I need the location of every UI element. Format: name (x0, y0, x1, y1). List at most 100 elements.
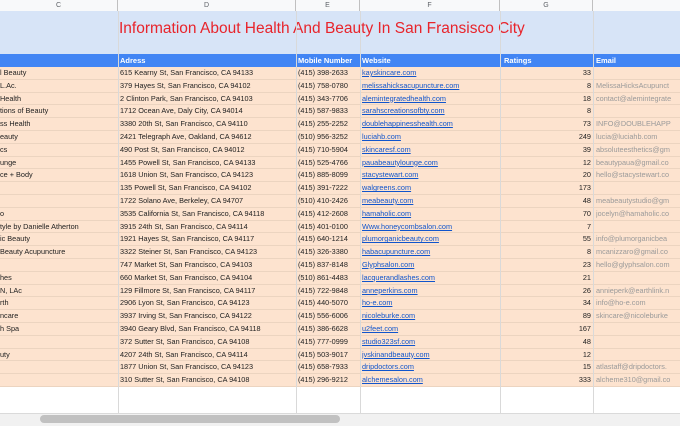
cell-website[interactable]: Www.honeycombsalon.com (362, 221, 500, 233)
cell-rating[interactable]: 55 (502, 233, 591, 245)
cell-name[interactable]: Beauty Acupuncture (0, 246, 114, 258)
cell-name[interactable]: ic Beauty (0, 233, 114, 245)
cell-rating[interactable]: 7 (502, 221, 591, 233)
cell-mobile-number[interactable]: (510) 861-4483 (298, 272, 358, 284)
cell-name[interactable]: rth (0, 297, 114, 309)
table-row[interactable]: tions of Beauty 1712 Ocean Ave, Daly City… (0, 105, 680, 119)
column-header-e[interactable]: E (296, 0, 360, 11)
cell-rating[interactable]: 73 (502, 118, 591, 130)
cell-address[interactable]: 1921 Hayes St, San Francisco, CA 94117 (120, 233, 294, 245)
cell-website[interactable]: Glyphsalon.com (362, 259, 500, 271)
header-email[interactable]: Email (596, 54, 616, 67)
cell-website[interactable]: jvskinandbeauty.com (362, 349, 500, 361)
table-row[interactable]: 372 Sutter St, San Francisco, CA 94108 (4… (0, 335, 680, 349)
cell-rating[interactable]: 34 (502, 297, 591, 309)
cell-mobile-number[interactable]: (415) 398-2633 (298, 67, 358, 79)
table-row[interactable]: 135 Powell St, San Francisco, CA 94102 (4… (0, 182, 680, 195)
cell-rating[interactable]: 12 (502, 157, 591, 169)
cell-address[interactable]: 3915 24th St, San Francisco, CA 94114 (120, 221, 294, 233)
cell-name[interactable] (0, 361, 114, 373)
cell-name[interactable]: cs (0, 144, 114, 156)
cell-email[interactable]: skincare@nicoleburke (596, 310, 680, 322)
cell-rating[interactable]: 173 (502, 182, 591, 194)
cell-email[interactable]: info@ho-e.com (596, 297, 680, 309)
table-row[interactable]: 1877 Union St, San Francisco, CA 94123 (4… (0, 361, 680, 375)
cell-mobile-number[interactable]: (415) 503-9017 (298, 349, 358, 361)
cell-email[interactable] (596, 182, 680, 194)
cell-address[interactable]: 3937 Irving St, San Francisco, CA 94122 (120, 310, 294, 322)
cell-email[interactable]: alcheme310@gmail.co (596, 374, 680, 386)
cell-rating[interactable]: 26 (502, 285, 591, 297)
cell-address[interactable]: 3940 Geary Blvd, San Francisco, CA 94118 (120, 323, 294, 335)
cell-address[interactable]: 3322 Steiner St, San Francisco, CA 94123 (120, 246, 294, 258)
cell-address[interactable]: 1877 Union St, San Francisco, CA 94123 (120, 361, 294, 373)
column-header-f[interactable]: F (360, 0, 500, 11)
cell-name[interactable]: l Beauty (0, 67, 114, 79)
cell-rating[interactable]: 12 (502, 349, 591, 361)
cell-website[interactable]: skincaresf.com (362, 144, 500, 156)
cell-rating[interactable]: 48 (502, 195, 591, 207)
cell-name[interactable]: ce + Body (0, 169, 114, 181)
cell-rating[interactable]: 18 (502, 93, 591, 105)
table-row[interactable]: l Beauty 615 Kearny St, San Francisco, CA… (0, 67, 680, 80)
cell-rating[interactable]: 89 (502, 310, 591, 322)
table-row[interactable]: L.Ac. 379 Hayes St, San Francisco, CA 941… (0, 79, 680, 93)
cell-email[interactable] (596, 67, 680, 79)
cell-address[interactable]: 2906 Lyon St, San Francisco, CA 94123 (120, 297, 294, 309)
cell-mobile-number[interactable]: (510) 410-2426 (298, 195, 358, 207)
cell-name[interactable]: tions of Beauty (0, 105, 114, 117)
cell-address[interactable]: 129 Fillmore St, San Francisco, CA 94117 (120, 285, 294, 297)
cell-mobile-number[interactable]: (415) 386-6628 (298, 323, 358, 335)
cell-website[interactable]: luciahb.com (362, 131, 500, 143)
cell-email[interactable]: annieperk@earthlink.n (596, 285, 680, 297)
cell-email[interactable]: atlastaff@dripdoctors. (596, 361, 680, 373)
cell-email[interactable] (596, 272, 680, 284)
cell-rating[interactable]: 167 (502, 323, 591, 335)
table-row[interactable]: unge 1455 Powell St, San Francisco, CA 94… (0, 156, 680, 170)
cell-address[interactable]: 2421 Telegraph Ave, Oakland, CA 94612 (120, 131, 294, 143)
cell-rating[interactable]: 20 (502, 169, 591, 181)
cell-mobile-number[interactable]: (415) 255-2252 (298, 118, 358, 130)
table-row[interactable]: Health 2 Clinton Park, San Francisco, CA … (0, 92, 680, 106)
cell-name[interactable] (0, 195, 114, 207)
cell-email[interactable] (596, 105, 680, 117)
cell-name[interactable]: ss Health (0, 118, 114, 130)
cell-mobile-number[interactable]: (415) 343-7706 (298, 93, 358, 105)
cell-mobile-number[interactable]: (415) 837-8148 (298, 259, 358, 271)
cell-email[interactable]: beautypaua@gmail.co (596, 157, 680, 169)
cell-name[interactable]: N, LAc (0, 285, 114, 297)
cell-mobile-number[interactable]: (415) 777-0999 (298, 336, 358, 348)
table-row[interactable]: uty 4207 24th St, San Francisco, CA 94114… (0, 348, 680, 362)
cell-email[interactable]: jocelyn@hamaholic.co (596, 208, 680, 220)
cell-email[interactable]: info@plumorganicbea (596, 233, 680, 245)
cell-rating[interactable]: 39 (502, 144, 591, 156)
cell-website[interactable]: alchemesalon.com (362, 374, 500, 386)
cell-website[interactable]: sarahscreationsofbty.com (362, 105, 500, 117)
table-row[interactable]: tyle by Danielle Atherton 3915 24th St, S… (0, 220, 680, 234)
cell-name[interactable] (0, 374, 114, 386)
cell-email[interactable]: hello@glyphsalon.com (596, 259, 680, 271)
cell-email[interactable] (596, 323, 680, 335)
cell-email[interactable] (596, 221, 680, 233)
table-row[interactable]: ss Health 3380 20th St, San Francisco, CA… (0, 118, 680, 131)
cell-mobile-number[interactable]: (415) 722-9848 (298, 285, 358, 297)
cell-mobile-number[interactable]: (415) 440-5070 (298, 297, 358, 309)
cell-rating[interactable]: 23 (502, 259, 591, 271)
cell-name[interactable]: Health (0, 93, 114, 105)
cell-rating[interactable]: 70 (502, 208, 591, 220)
cell-website[interactable]: u2feet.com (362, 323, 500, 335)
column-header-g[interactable]: G (500, 0, 593, 11)
cell-mobile-number[interactable]: (415) 412-2608 (298, 208, 358, 220)
cell-email[interactable]: absoluteesthetics@gm (596, 144, 680, 156)
cell-address[interactable]: 4207 24th St, San Francisco, CA 94114 (120, 349, 294, 361)
cell-name[interactable]: eauty (0, 131, 114, 143)
cell-mobile-number[interactable]: (415) 525-4766 (298, 157, 358, 169)
cell-rating[interactable]: 21 (502, 272, 591, 284)
table-row[interactable]: ce + Body 1618 Union St, San Francisco, C… (0, 169, 680, 183)
cell-website[interactable]: melissahicksacupuncture.com (362, 80, 500, 92)
cell-name[interactable]: L.Ac. (0, 80, 114, 92)
table-row[interactable]: rth 2906 Lyon St, San Francisco, CA 94123… (0, 297, 680, 311)
cell-address[interactable]: 3380 20th St, San Francisco, CA 94110 (120, 118, 294, 130)
cell-website[interactable]: lacquerandlashes.com (362, 272, 500, 284)
cell-mobile-number[interactable]: (415) 296-9212 (298, 374, 358, 386)
